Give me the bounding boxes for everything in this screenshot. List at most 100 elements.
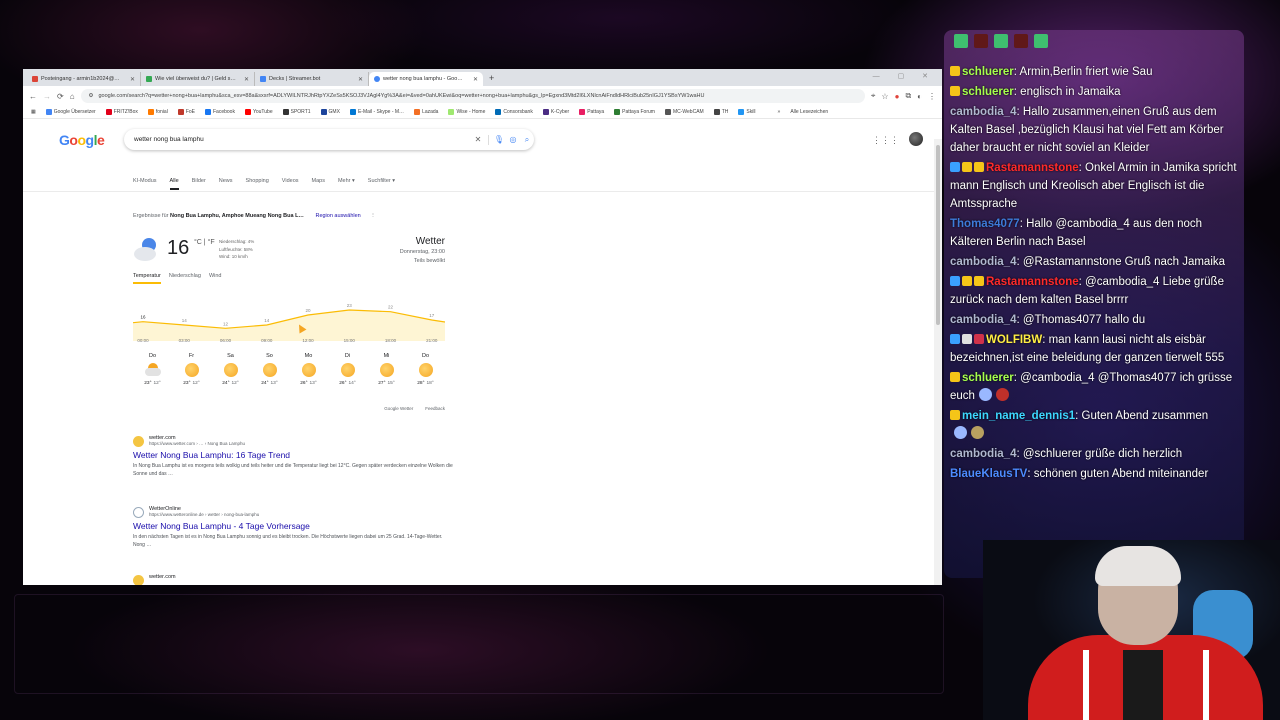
bookmark-item[interactable]: YouTube xyxy=(244,109,273,115)
site-favicon-icon xyxy=(133,436,144,447)
all-bookmarks[interactable]: Alle Lesezeichen xyxy=(790,109,828,115)
forecast-day[interactable]: Mi 27° 15° xyxy=(370,353,404,386)
nav-ki-modus[interactable]: KI-Modus xyxy=(133,178,157,190)
bookmark-item[interactable]: FRITZ!Box xyxy=(105,109,138,115)
bookmark-item[interactable]: E-Mail - Skype - M… xyxy=(349,109,404,115)
forecast-day[interactable]: Di 26° 14° xyxy=(331,353,365,386)
scrollbar[interactable] xyxy=(934,139,942,585)
nav-news[interactable]: News xyxy=(219,178,233,190)
menu-icon[interactable]: ⋮ xyxy=(928,92,936,101)
bookmark-item[interactable]: TH xyxy=(713,109,728,115)
tab-temperatur[interactable]: Temperatur xyxy=(133,273,161,284)
bookmark-item[interactable]: Lazada xyxy=(414,109,438,115)
close-icon[interactable]: ✕ xyxy=(358,76,363,83)
close-icon[interactable]: ✕ xyxy=(473,76,478,83)
nav-mehr[interactable]: Mehr ▾ xyxy=(338,178,355,190)
avatar[interactable] xyxy=(909,132,923,146)
streamer-hair xyxy=(1095,546,1181,586)
bookmark-item[interactable]: GMX xyxy=(320,109,340,115)
google-logo[interactable]: Google xyxy=(59,132,105,148)
partly-cloudy-icon xyxy=(144,363,161,377)
browser-tab-active[interactable]: wetter nong bua lamphu - Goo… ✕ xyxy=(369,72,483,86)
unit-toggle[interactable]: °C | °F xyxy=(194,239,215,246)
hour-temp-label: 16 xyxy=(140,315,146,320)
forecast-day[interactable]: So 24° 13° xyxy=(253,353,287,386)
forecast-day[interactable]: Mo 26° 13° xyxy=(292,353,326,386)
apps-icon[interactable]: ▦ xyxy=(31,109,36,115)
google-apps-icon[interactable]: ⋮⋮⋮ xyxy=(872,135,899,146)
forward-icon[interactable]: → xyxy=(43,92,51,101)
day-name: Mi xyxy=(383,353,390,359)
bookmark-label: SPORT1 xyxy=(290,109,311,115)
bookmark-favicon-icon xyxy=(205,109,211,115)
weather-source-link[interactable]: Google Wetter xyxy=(384,406,413,411)
profile-icon[interactable]: ◐ xyxy=(917,92,922,101)
search-box[interactable]: wetter nong bua lamphu ✕ 🎙 ◎ ⌕ xyxy=(124,129,534,150)
bookmark-item[interactable]: Skill xyxy=(738,109,756,115)
bookmark-item[interactable]: fonial xyxy=(147,109,168,115)
bookmark-label: MC-WebCAM xyxy=(672,109,704,115)
search-result: wetter.com https://www.wetter.com › … › … xyxy=(133,435,453,478)
forecast-day[interactable]: Do 28° 18° xyxy=(409,353,443,386)
bookmark-item[interactable]: Google Übersetzer xyxy=(45,109,96,115)
extension-icon[interactable]: ● xyxy=(895,92,900,101)
result-site[interactable]: wetter.com xyxy=(133,574,453,585)
location-icon[interactable]: ⌖ xyxy=(871,91,876,101)
window-controls[interactable]: — ▢ ✕ xyxy=(873,72,936,80)
nav-maps[interactable]: Maps xyxy=(312,178,325,190)
nav-suchfilter[interactable]: Suchfilter ▾ xyxy=(368,178,395,190)
nav-bilder[interactable]: Bilder xyxy=(192,178,206,190)
nav-videos[interactable]: Videos xyxy=(282,178,299,190)
close-icon[interactable]: ✕ xyxy=(130,76,135,83)
forecast-day[interactable]: Sa 24° 12° xyxy=(214,353,248,386)
microphone-icon[interactable]: 🎙 xyxy=(492,135,506,144)
close-icon[interactable]: ✕ xyxy=(244,76,249,83)
bookmark-item[interactable]: Pattaya Forum xyxy=(614,109,655,115)
overlay-frame xyxy=(14,594,944,694)
site-url: https://www.wetteronline.de › wetter › n… xyxy=(149,512,260,517)
search-icon[interactable]: ⌕ xyxy=(520,135,534,145)
nav-alle[interactable]: Alle xyxy=(169,178,179,190)
result-site[interactable]: WetterOnline https://www.wetteronline.de… xyxy=(133,506,453,518)
bookmark-star-icon[interactable]: ☆ xyxy=(881,92,888,101)
forecast-day[interactable]: Do 23° 12° xyxy=(136,353,170,386)
day-low: 14° xyxy=(348,381,356,386)
bookmark-item[interactable]: Consorsbank xyxy=(495,109,533,115)
bookmark-item[interactable]: Pattaya xyxy=(579,109,604,115)
toolbar: ← → ⟳ ⌂ ⚙ google.com/search?q=wetter+non… xyxy=(23,86,942,106)
bookmark-item[interactable]: K-Cyber xyxy=(542,109,569,115)
site-info-icon[interactable]: ⚙ xyxy=(89,93,94,99)
extensions-icon[interactable]: ⧉ xyxy=(905,91,911,101)
region-link[interactable]: Region auswählen xyxy=(315,213,360,219)
tab-wind[interactable]: Wind xyxy=(209,273,222,284)
address-bar[interactable]: ⚙ google.com/search?q=wetter+nong+bua+la… xyxy=(80,89,865,103)
scrollbar-thumb[interactable] xyxy=(936,145,940,325)
feedback-link[interactable]: Feedback xyxy=(425,406,445,411)
bookmark-item[interactable]: Facebook xyxy=(205,109,235,115)
bookmark-item[interactable]: Wise - Home xyxy=(448,109,485,115)
result-title[interactable]: Wetter Nong Bua Lamphu: 16 Tage Trend xyxy=(133,450,453,460)
reload-icon[interactable]: ⟳ xyxy=(57,92,64,101)
tab-niederschlag[interactable]: Niederschlag xyxy=(169,273,201,284)
day-temps: 26° 14° xyxy=(331,381,365,386)
forecast-day[interactable]: Fr 23° 12° xyxy=(175,353,209,386)
bookmark-item[interactable]: SPORT1 xyxy=(282,109,311,115)
browser-tab[interactable]: Posteingang - armin1b2024@… ✕ xyxy=(27,72,141,86)
bookmark-item[interactable]: MC-WebCAM xyxy=(664,109,704,115)
bookmark-item[interactable]: FoE xyxy=(177,109,195,115)
nav-shopping[interactable]: Shopping xyxy=(246,178,269,190)
back-icon[interactable]: ← xyxy=(29,92,37,101)
new-tab-button[interactable]: + xyxy=(483,72,500,86)
browser-tab[interactable]: Wie viel überweist du? | Geld s… ✕ xyxy=(141,72,255,86)
result-site[interactable]: wetter.com https://www.wetter.com › … › … xyxy=(133,435,453,447)
bookmarks-overflow-icon[interactable]: » xyxy=(778,109,781,115)
lens-icon[interactable]: ◎ xyxy=(506,135,520,144)
more-options-icon[interactable]: ⋮ xyxy=(370,213,376,219)
results-for-place[interactable]: Nong Bua Lamphu, Amphoe Mueang Nong Bua … xyxy=(170,213,304,219)
search-input[interactable]: wetter nong bua lamphu xyxy=(134,136,471,143)
home-icon[interactable]: ⌂ xyxy=(70,92,75,101)
clear-icon[interactable]: ✕ xyxy=(471,135,485,144)
temperature-chart[interactable]: 16 14 12 14 20 23 22 17 xyxy=(133,297,445,341)
browser-tab[interactable]: Decks | Streamer.bot ✕ xyxy=(255,72,369,86)
result-title[interactable]: Wetter Nong Bua Lamphu - 4 Tage Vorhersa… xyxy=(133,521,453,531)
